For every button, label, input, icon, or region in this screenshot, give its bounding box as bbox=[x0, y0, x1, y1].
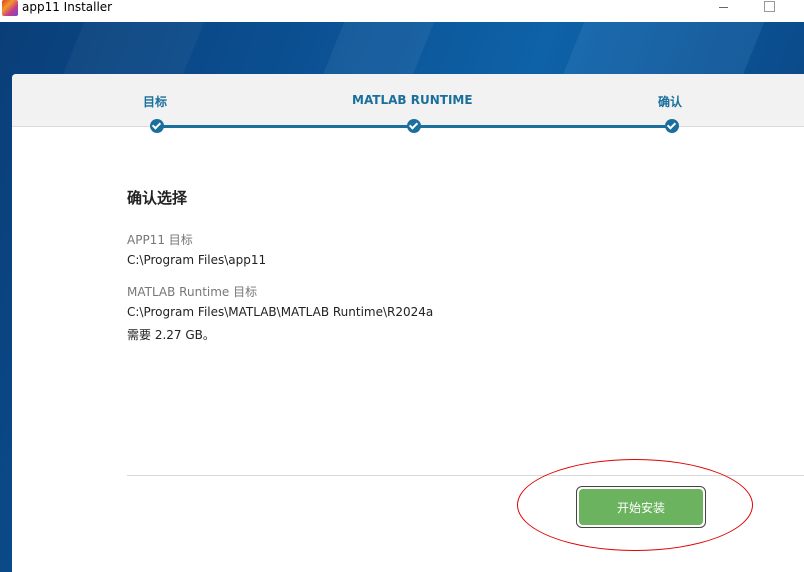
step-check-icon bbox=[407, 119, 421, 133]
runtime-destination-label: MATLAB Runtime 目标 bbox=[127, 285, 258, 299]
disk-space-requirement: 需要 2.27 GB。 bbox=[127, 328, 215, 342]
step-label-destination: 目标 bbox=[143, 95, 168, 109]
minimize-icon[interactable] bbox=[708, 0, 738, 16]
progress-stepper: 目标 MATLAB RUNTIME 确认 bbox=[12, 74, 804, 127]
page-title: 确认选择 bbox=[127, 189, 188, 207]
maximize-icon[interactable] bbox=[754, 0, 784, 16]
runtime-destination-path: C:\Program Files\MATLAB\MATLAB Runtime\R… bbox=[127, 305, 434, 319]
step-check-icon bbox=[665, 119, 679, 133]
footer-divider bbox=[127, 475, 804, 476]
step-label-confirm: 确认 bbox=[658, 95, 683, 109]
step-check-icon bbox=[150, 119, 164, 133]
app-icon bbox=[2, 0, 18, 16]
title-bar: app11 Installer bbox=[0, 0, 804, 22]
start-install-button[interactable]: 开始安装 bbox=[579, 489, 703, 525]
install-button-focus-ring: 开始安装 bbox=[576, 486, 706, 528]
step-label-matlab-runtime: MATLAB RUNTIME bbox=[352, 93, 473, 107]
installer-card: 目标 MATLAB RUNTIME 确认 确认选择 APP11 目标 C:\Pr… bbox=[12, 74, 804, 572]
window-title: app11 Installer bbox=[22, 0, 113, 14]
app-destination-path: C:\Program Files\app11 bbox=[127, 253, 267, 267]
app-destination-label: APP11 目标 bbox=[127, 233, 193, 247]
